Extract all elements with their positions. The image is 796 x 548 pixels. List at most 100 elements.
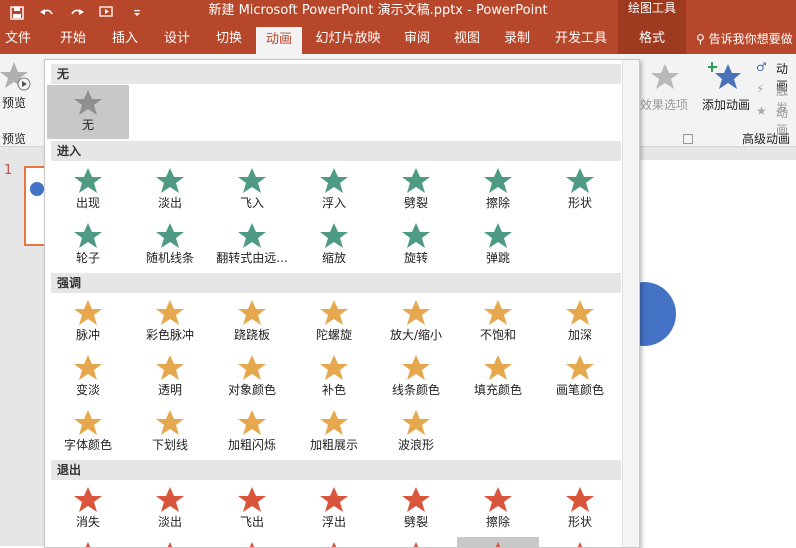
tab-record[interactable]: 录制 xyxy=(494,26,540,54)
effect-label: 随机线条 xyxy=(145,251,194,265)
animation-pane-button[interactable]: ♂ 动画 xyxy=(756,60,796,93)
add-animation-button[interactable]: 添加动画 xyxy=(700,58,754,122)
exit-effect-4[interactable]: 劈裂 xyxy=(375,482,457,534)
animation-star-icon xyxy=(402,487,430,512)
effect-label: 放大/缩小 xyxy=(389,328,443,342)
tab-home[interactable]: 开始 xyxy=(50,26,96,54)
emphasis-effect-16[interactable]: 加粗闪烁 xyxy=(211,405,293,457)
thumbnail-shape xyxy=(30,182,44,196)
add-animation-icon xyxy=(708,62,741,89)
animation-star-icon xyxy=(238,355,266,380)
entrance-effect-8[interactable]: 随机线条 xyxy=(129,218,211,270)
tab-file[interactable]: 文件 xyxy=(0,26,36,54)
entrance-effect-3[interactable]: 浮入 xyxy=(293,163,375,215)
emphasis-effect-11[interactable]: 线条颜色 xyxy=(375,350,457,402)
emphasis-effect-17[interactable]: 加粗展示 xyxy=(293,405,375,457)
effect-label: 脉冲 xyxy=(75,328,100,342)
section-header-entrance: 进入 xyxy=(51,141,621,161)
exit-effect-partial[interactable] xyxy=(211,537,293,547)
entrance-effect-4[interactable]: 劈裂 xyxy=(375,163,457,215)
exit-effect-partial[interactable] xyxy=(457,537,539,547)
exit-effect-partial[interactable] xyxy=(129,537,211,547)
section-header-none: 无 xyxy=(51,64,621,84)
dialog-launcher-icon[interactable] xyxy=(683,134,693,144)
animation-star-icon xyxy=(484,355,512,380)
emphasis-effect-9[interactable]: 对象颜色 xyxy=(211,350,293,402)
emphasis-effect-3[interactable]: 陀螺旋 xyxy=(293,295,375,347)
preview-button[interactable]: 预览 xyxy=(0,58,34,116)
effect-label: 下划线 xyxy=(151,438,188,452)
tab-slideshow[interactable]: 幻灯片放映 xyxy=(308,26,388,54)
entrance-effect-11[interactable]: 旋转 xyxy=(375,218,457,270)
effect-options-button[interactable]: 效果选项 xyxy=(640,58,690,118)
effect-none[interactable]: 无 xyxy=(47,85,129,139)
entrance-effect-0[interactable]: 出现 xyxy=(47,163,129,215)
tab-animations[interactable]: 动画 xyxy=(256,27,302,54)
tell-me-box[interactable]: ⚲ 告诉我你想要做 xyxy=(696,26,793,54)
preview-label: 预览 xyxy=(2,96,27,110)
animation-star-icon xyxy=(566,168,594,193)
exit-effect-partial[interactable] xyxy=(539,537,621,547)
effect-label: 画笔颜色 xyxy=(555,383,604,397)
emphasis-effect-8[interactable]: 透明 xyxy=(129,350,211,402)
exit-effect-partial[interactable] xyxy=(293,537,375,547)
contextual-group-label: 绘图工具 xyxy=(618,0,686,26)
gallery-scrollbar[interactable] xyxy=(622,60,639,547)
emphasis-effect-1[interactable]: 彩色脉冲 xyxy=(129,295,211,347)
exit-effect-3[interactable]: 浮出 xyxy=(293,482,375,534)
trigger-icon: ⚡ xyxy=(756,82,765,96)
animation-painter-button[interactable]: ★ 动画 xyxy=(756,104,796,137)
trigger-button[interactable]: ⚡ 触发 xyxy=(756,82,796,115)
emphasis-effect-5[interactable]: 不饱和 xyxy=(457,295,539,347)
exit-effect-partial[interactable] xyxy=(375,537,457,547)
tab-design[interactable]: 设计 xyxy=(154,26,200,54)
tab-format[interactable]: 格式 xyxy=(618,26,686,54)
tab-review[interactable]: 审阅 xyxy=(394,26,440,54)
animation-star-icon xyxy=(566,355,594,380)
exit-effect-partial[interactable] xyxy=(47,537,129,547)
emphasis-effect-12[interactable]: 填充颜色 xyxy=(457,350,539,402)
entrance-effect-9[interactable]: 翻转式由远... xyxy=(211,218,293,270)
animation-star-icon xyxy=(484,487,512,512)
effect-label: 加粗闪烁 xyxy=(227,438,276,452)
entrance-effect-6[interactable]: 形状 xyxy=(539,163,621,215)
animation-star-icon xyxy=(566,487,594,512)
exit-effect-1[interactable]: 淡出 xyxy=(129,482,211,534)
entrance-effect-5[interactable]: 擦除 xyxy=(457,163,539,215)
emphasis-effect-14[interactable]: 字体颜色 xyxy=(47,405,129,457)
entrance-effect-7[interactable]: 轮子 xyxy=(47,218,129,270)
emphasis-effect-13[interactable]: 画笔颜色 xyxy=(539,350,621,402)
animation-star-icon xyxy=(320,168,348,193)
entrance-effect-1[interactable]: 淡出 xyxy=(129,163,211,215)
tab-developer[interactable]: 开发工具 xyxy=(548,26,614,54)
emphasis-effect-0[interactable]: 脉冲 xyxy=(47,295,129,347)
tab-transitions[interactable]: 切换 xyxy=(206,26,252,54)
exit-effect-6[interactable]: 形状 xyxy=(539,482,621,534)
entrance-effect-10[interactable]: 缩放 xyxy=(293,218,375,270)
entrance-effect-2[interactable]: 飞入 xyxy=(211,163,293,215)
slide-canvas[interactable] xyxy=(620,160,796,546)
effect-label: 形状 xyxy=(567,515,592,529)
exit-effect-0[interactable]: 消失 xyxy=(47,482,129,534)
effect-label: 填充颜色 xyxy=(473,383,522,397)
tab-insert[interactable]: 插入 xyxy=(102,26,148,54)
effect-label: 字体颜色 xyxy=(63,438,112,452)
emphasis-effect-18[interactable]: 波浪形 xyxy=(375,405,457,457)
effect-label: 消失 xyxy=(75,515,100,529)
title-bar: 新建 Microsoft PowerPoint 演示文稿.pptx - Powe… xyxy=(0,0,796,26)
exit-effect-5[interactable]: 擦除 xyxy=(457,482,539,534)
preview-group-label: 预览 xyxy=(2,132,27,146)
emphasis-effect-15[interactable]: 下划线 xyxy=(129,405,211,457)
effect-label: 缩放 xyxy=(321,251,346,265)
emphasis-effect-6[interactable]: 加深 xyxy=(539,295,621,347)
emphasis-effect-7[interactable]: 变淡 xyxy=(47,350,129,402)
tab-view[interactable]: 视图 xyxy=(444,26,490,54)
effect-label: 陀螺旋 xyxy=(315,328,352,342)
exit-effect-2[interactable]: 飞出 xyxy=(211,482,293,534)
entrance-effect-12[interactable]: 弹跳 xyxy=(457,218,539,270)
emphasis-effect-4[interactable]: 放大/缩小 xyxy=(375,295,457,347)
emphasis-effect-2[interactable]: 跷跷板 xyxy=(211,295,293,347)
emphasis-effect-10[interactable]: 补色 xyxy=(293,350,375,402)
effect-label: 加粗展示 xyxy=(309,438,358,452)
animation-star-icon xyxy=(484,300,512,325)
